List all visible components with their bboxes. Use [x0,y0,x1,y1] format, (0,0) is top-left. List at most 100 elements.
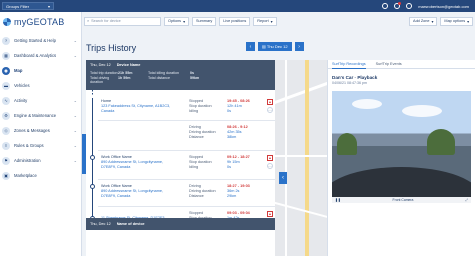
stop-values: 9h 15m 0s [227,160,240,169]
map-expand-button[interactable]: ‹ [279,172,287,184]
sidebar-item-label: Rules & Groups [14,143,44,148]
chevron-down-icon: ▾ [431,19,434,24]
exception-icon[interactable]: ▲ [267,211,273,217]
trip-day-header: Thu, Dec 12 Device Name Total trip durat… [86,60,275,90]
timeline-line [92,98,93,230]
dashcam-video[interactable] [332,91,471,197]
exception-icon[interactable]: ▲ [267,99,273,105]
stop-address[interactable]: 890 Addressname St, Longcityname, D7E8F9… [101,160,171,169]
options-button[interactable]: Options ▾ [164,16,189,26]
summary-label: Summary [196,19,213,23]
sidebar-item-zones[interactable]: ◇ Zones & Messages ⌄ [0,123,81,138]
sidebar-item-map[interactable]: ◉ Map [0,63,81,78]
selected-date: Thu Dec 12 [266,44,288,49]
next-day-date: Thu, Dec 12 [90,222,111,226]
summary-button[interactable]: Summary [192,16,217,26]
video-controls: ❚❚ Front Camera ⤢ [332,197,471,203]
map-options-button[interactable]: Map options ▾ [440,16,473,26]
trips-panel: Thu, Dec 12 Device Name Total trip durat… [86,60,275,256]
chevron-down-icon: ▾ [47,3,50,9]
sidebar-item-label: Vehicles [14,83,30,88]
stop-name: Work Office Name [101,184,132,188]
live-positions-button[interactable]: Live positions [219,16,251,26]
zones-icon: ◇ [2,126,10,135]
sky-cloud [402,105,442,117]
rules-icon: ≡ [2,141,10,150]
stop-values: 36m 2s 29km [227,189,240,198]
stop-labels: Stopped Stop duration Idling [189,155,212,169]
tree [337,132,357,155]
page-title: Trips History [86,43,137,53]
tree [427,128,455,155]
sidebar-item-getting-started[interactable]: ? Getting Started & Help ⌄ [0,33,81,48]
sidebar-item-engine[interactable]: ⚙ Engine & Maintenance ⌄ [0,108,81,123]
next-day-button[interactable]: › [294,42,304,51]
vehicle-icon: ▬ [2,81,10,90]
sidebar-item-label: Marketplace [14,173,37,178]
video-tabs: SurfTrip Recordings SurfTrip Events [328,60,475,69]
tab-surftrip-recordings[interactable]: SurfTrip Recordings [332,60,366,69]
logo-text: myGEOTAB [14,17,65,27]
report-label: Report [257,19,269,23]
sidebar-item-label: Dashboard & Analytics [14,53,57,58]
stop-name: Home [101,99,112,103]
chevron-down-icon: ⌄ [73,113,77,118]
video-timestamp: 04/06/21 08:47:36 pm [332,81,367,85]
summary-value: 1h 59m [118,76,131,80]
add-zone-button[interactable]: Add Zone ▾ [409,16,438,26]
date-picker-button[interactable]: ▤ Thu Dec 12 [258,42,292,51]
groups-filter-dropdown[interactable]: Groups Filter ▾ [2,2,54,10]
exception-icon[interactable]: ▲ [267,155,273,161]
sidebar-item-dashboard[interactable]: ▦ Dashboard & Analytics ⌄ [0,48,81,63]
user-email[interactable]: marsrobertson@geotab.com [418,4,469,9]
sidebar-item-marketplace[interactable]: ▣ Marketplace [0,168,81,183]
next-day-header: Thu, Dec 12 Name of device [86,218,275,230]
more-options-icon[interactable]: … [267,163,273,169]
divider [98,150,275,151]
sidebar-item-label: Engine & Maintenance [14,113,57,118]
summary-label: Total distance [148,76,170,80]
chevron-down-icon: ⌄ [73,128,77,133]
map-road [275,155,327,157]
more-options-icon[interactable]: … [267,107,273,113]
notifications-icon[interactable] [394,2,402,9]
divider [98,179,275,180]
summary-label: Total idling duration [148,71,179,75]
map-road [285,60,287,256]
help-icon: ? [2,36,10,45]
chevron-down-icon: ⌄ [73,98,77,103]
next-device-name: Name of device [116,222,145,226]
logo[interactable]: myGEOTAB [0,15,81,29]
stop-address[interactable]: 123 Fakeaddress St, Cityname, A1B2C3, Ca… [101,104,171,113]
help-circle-icon[interactable] [382,3,389,9]
previous-day-button[interactable]: ‹ [246,42,255,51]
map-icon: ◉ [2,66,10,75]
sidebar-item-label: Map [14,68,23,73]
trip-day-date: Thu, Dec 12 [90,63,111,67]
trip-summary: Total trip duration 21h 55m Total idling… [90,71,271,84]
sidebar: myGEOTAB ? Getting Started & Help ⌄ ▦ Dashb… [0,12,82,256]
map[interactable] [275,60,327,256]
marketplace-icon: ▣ [2,171,10,180]
sidebar-item-administration[interactable]: ⚑ Administration ⌄ [0,153,81,168]
user-avatar-icon[interactable] [406,3,413,9]
stop-time: 08:26 - 9:12 [227,125,248,129]
search-input[interactable]: ⌕ Search for device [84,16,161,26]
sidebar-item-rules[interactable]: ≡ Rules & Groups ⌄ [0,138,81,153]
pause-icon[interactable]: ❚❚ [335,198,341,202]
report-button[interactable]: Report ▾ [253,16,277,26]
search-placeholder: Search for device [91,19,121,23]
admin-icon: ⚑ [2,156,10,165]
summary-value: 21h 55m [118,71,133,75]
fullscreen-icon[interactable]: ⤢ [465,198,468,202]
chevron-down-icon: ▾ [183,19,185,24]
chevron-down-icon: ▾ [270,19,273,24]
tab-surftrip-events[interactable]: SurfTrip Events [376,60,402,69]
chevron-down-icon: ⌄ [73,53,77,58]
sidebar-item-label: Administration [14,158,41,163]
sidebar-item-vehicles[interactable]: ▬ Vehicles [0,78,81,93]
stop-address[interactable]: 890 Addressname St, Longcityname, D7E8F9… [101,189,171,198]
sidebar-item-activity[interactable]: ∿ Activity ⌄ [0,93,81,108]
top-bar: Groups Filter ▾ marsrobertson@geotab.com [0,0,475,12]
video-panel: SurfTrip Recordings SurfTrip Events Dan'… [327,60,475,256]
